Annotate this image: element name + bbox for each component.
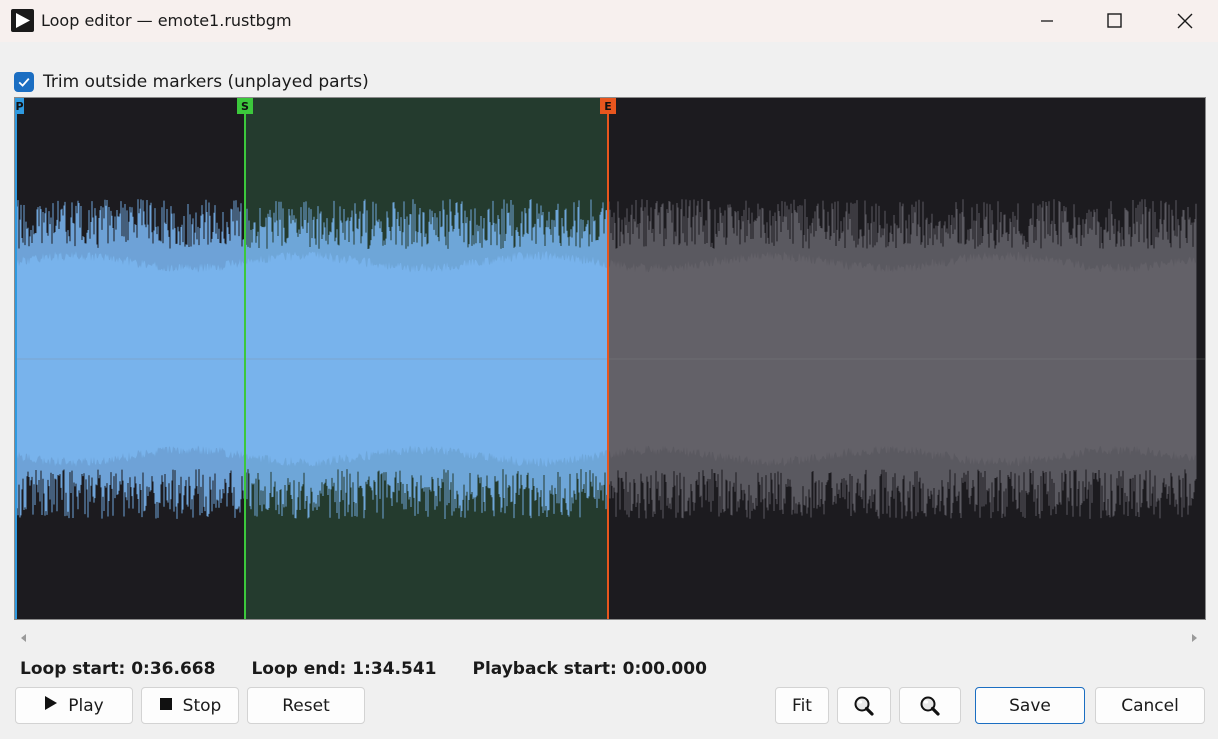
horizontal-scrollbar[interactable] — [14, 630, 1206, 646]
play-icon — [44, 695, 58, 716]
close-icon — [1177, 13, 1193, 29]
stop-label: Stop — [182, 695, 222, 716]
reset-button[interactable]: Reset — [247, 687, 365, 724]
title-bar: Loop editor — emote1.rustbgm — [0, 0, 1218, 42]
maximize-icon — [1107, 13, 1122, 28]
play-button[interactable]: Play — [15, 687, 133, 724]
close-button[interactable] — [1150, 0, 1218, 42]
minimize-button[interactable] — [1012, 0, 1082, 42]
trim-label: Trim outside markers (unplayed parts) — [43, 72, 369, 92]
play-label: Play — [68, 695, 104, 716]
trim-checkbox[interactable] — [14, 72, 34, 92]
zoom-out-button[interactable] — [899, 687, 961, 724]
maximize-button[interactable] — [1080, 0, 1150, 42]
fit-button[interactable]: Fit — [775, 687, 829, 724]
zoom-in-button[interactable] — [837, 687, 891, 724]
cancel-button[interactable]: Cancel — [1095, 687, 1205, 724]
loop-start-marker-tag[interactable]: S — [237, 98, 253, 114]
playback-marker-tag[interactable]: P — [15, 98, 24, 114]
loop-start-readout: Loop start: 0:36.668 — [20, 659, 216, 679]
window-title: Loop editor — emote1.rustbgm — [41, 11, 292, 30]
marker-info: Loop start: 0:36.668 Loop end: 1:34.541 … — [20, 657, 707, 681]
app-play-icon — [11, 9, 34, 32]
waveform-view[interactable]: P S E — [14, 97, 1206, 620]
scroll-right-icon[interactable] — [1188, 632, 1200, 644]
minimize-icon — [1041, 20, 1053, 22]
loop-end-marker-tag[interactable]: E — [600, 98, 616, 114]
checkmark-icon — [18, 78, 30, 87]
stop-button[interactable]: Stop — [141, 687, 239, 724]
loop-end-readout: Loop end: 1:34.541 — [251, 659, 437, 679]
waveform-canvas[interactable] — [15, 98, 1206, 620]
playback-start-readout: Playback start: 0:00.000 — [472, 659, 707, 679]
stop-icon — [159, 696, 173, 716]
save-button[interactable]: Save — [975, 687, 1085, 724]
trim-option[interactable]: Trim outside markers (unplayed parts) — [14, 70, 369, 94]
zoom-in-icon — [854, 696, 874, 716]
scroll-left-icon[interactable] — [18, 632, 30, 644]
zoom-out-icon — [920, 696, 940, 716]
